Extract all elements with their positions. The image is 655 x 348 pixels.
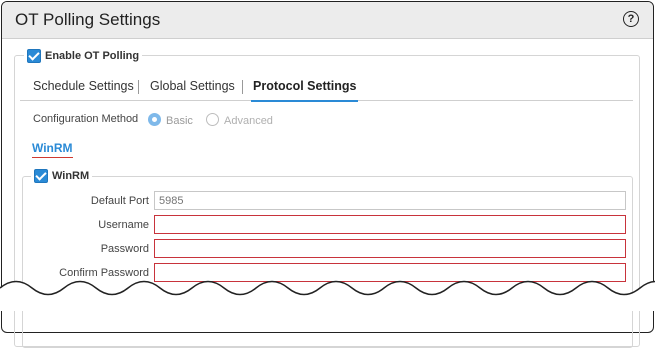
checkbox-checked-icon[interactable] [27, 49, 41, 63]
radio-basic-label: Basic [166, 115, 193, 127]
password-label: Password [100, 243, 149, 255]
window-title: OT Polling Settings [15, 10, 161, 29]
winrm-checkbox[interactable]: WinRM [31, 169, 93, 183]
tab-global-settings[interactable]: Global Settings [150, 79, 235, 93]
settings-tabs: Schedule Settings Global Settings Protoc… [20, 72, 633, 102]
checkbox-checked-icon[interactable] [34, 169, 48, 183]
tab-divider [242, 80, 243, 94]
title-bar: OT Polling Settings ? [2, 2, 653, 39]
winrm-section-link[interactable]: WinRM [32, 141, 73, 158]
question-circle-icon[interactable]: ? [623, 11, 639, 27]
tab-protocol-settings[interactable]: Protocol Settings [250, 79, 359, 102]
tab-divider [138, 80, 139, 94]
torn-edge-cutoff [0, 280, 655, 311]
username-input[interactable] [154, 215, 626, 234]
radio-advanced-label: Advanced [224, 115, 273, 127]
default-port-input[interactable] [154, 191, 626, 210]
configuration-method-label: Configuration Method [33, 113, 139, 125]
default-port-label: Default Port [90, 195, 149, 207]
tab-schedule-settings[interactable]: Schedule Settings [33, 79, 134, 93]
enable-ot-polling-label: Enable OT Polling [45, 50, 140, 62]
winrm-legend-label: WinRM [52, 170, 90, 182]
radio-basic[interactable] [148, 113, 161, 126]
password-input[interactable] [154, 239, 626, 258]
username-label: Username [98, 219, 149, 231]
enable-ot-polling-checkbox[interactable]: Enable OT Polling [24, 49, 143, 63]
radio-advanced[interactable] [206, 113, 219, 126]
